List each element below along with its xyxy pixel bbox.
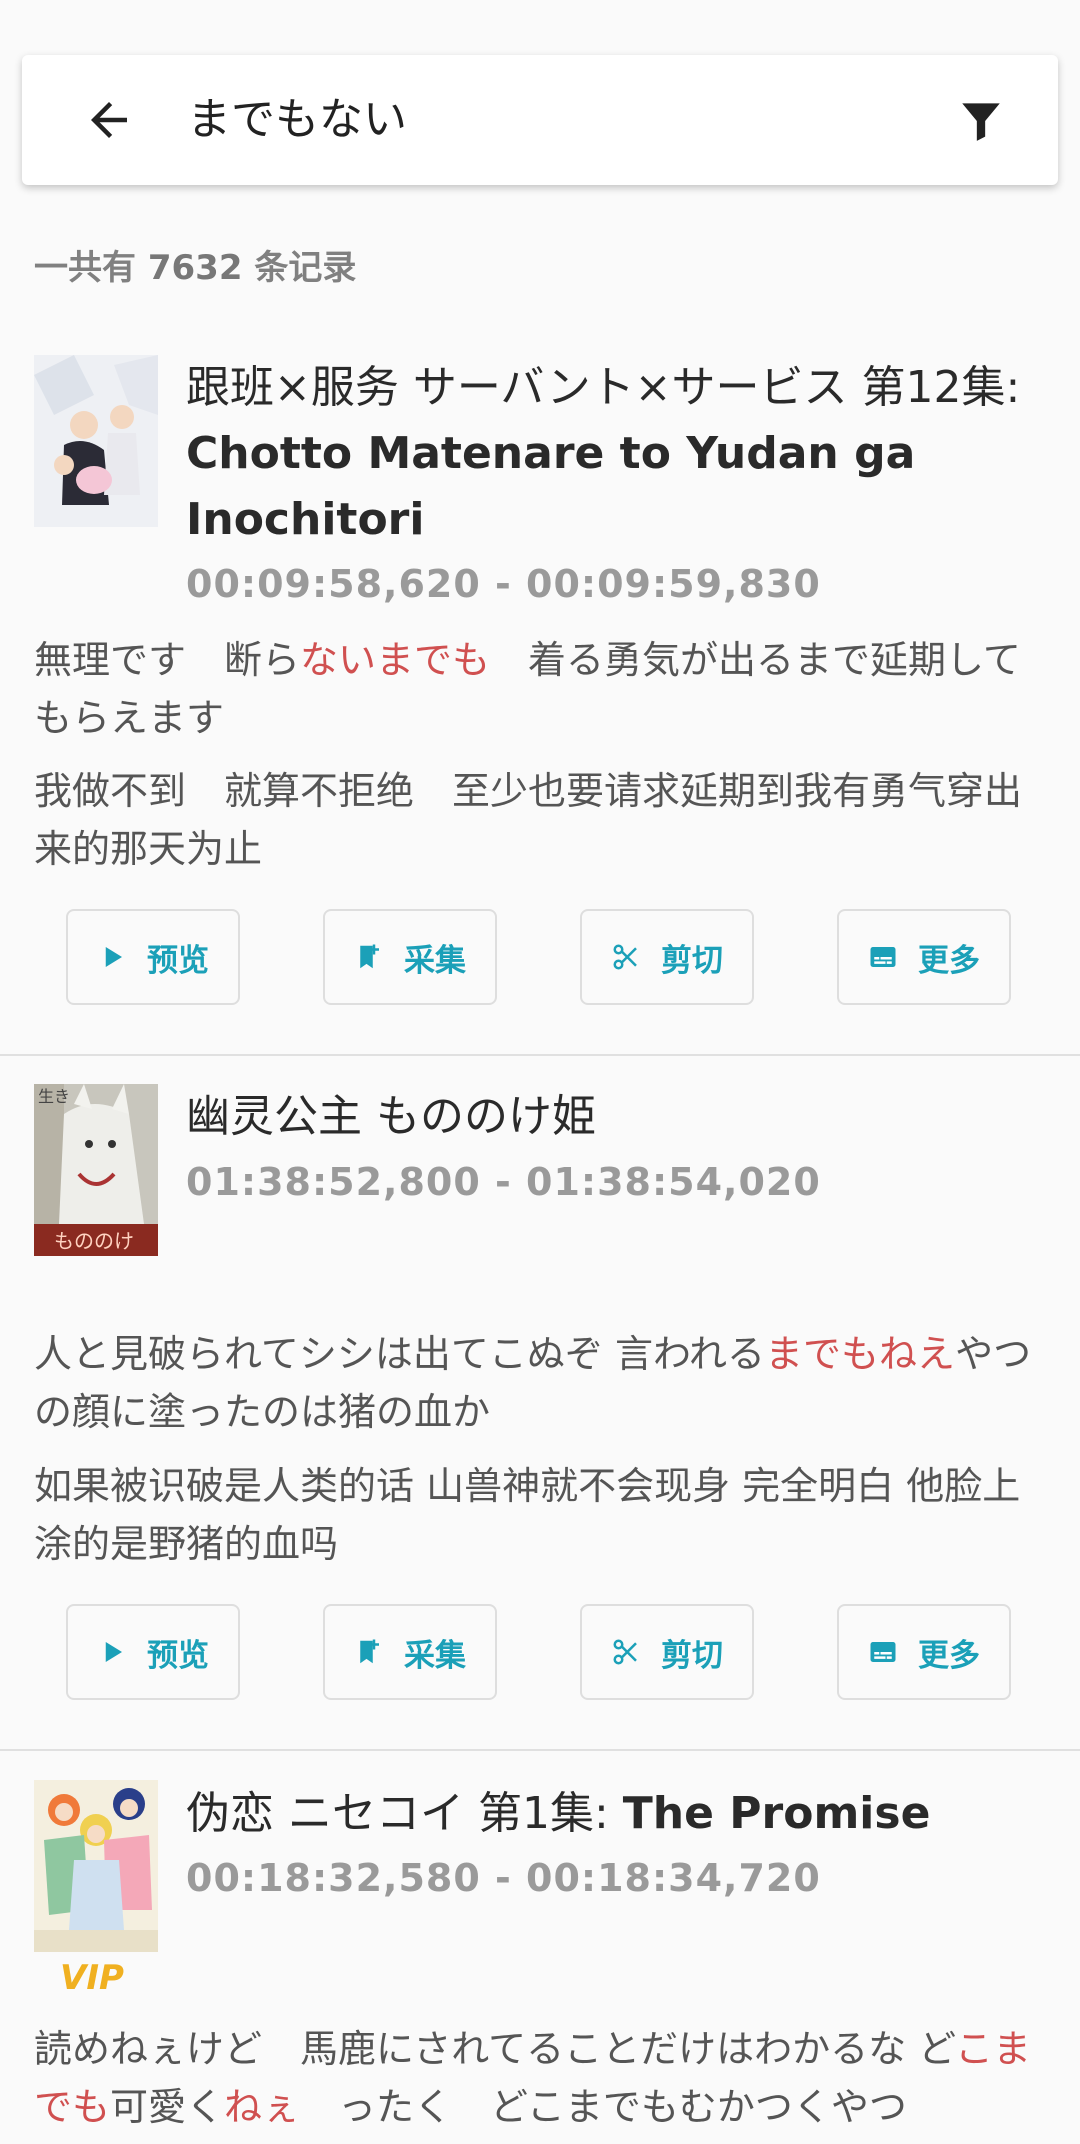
svg-text:生き: 生き [38,1087,70,1106]
more-button[interactable]: 更多 [837,909,1011,1005]
filter-icon[interactable] [956,95,1006,145]
timestamp-range: 01:38:52,800 - 01:38:54,020 [186,1160,821,1204]
scissors-icon [613,944,637,970]
chinese-subtitle: 我做不到 就算不拒绝 至少也要请求延期到我有勇气穿出来的那天为止 [34,769,1023,871]
scissors-icon [613,1639,637,1665]
result-title[interactable]: 伪恋 ニセコイ 第1集: The Promise [186,1781,1050,1847]
vip-badge: VIP [60,1958,124,1998]
cut-button[interactable]: 剪切 [580,1604,754,1700]
japanese-subtitle: 無理です 断らないまでも 着る勇気が出るまで延期してもらえます [34,638,1021,740]
result-title[interactable]: 跟班×服务 サーバント×サービス 第12集: Chotto Matenare t… [186,355,1050,553]
japanese-subtitle: 読めねぇけど 馬鹿にされてることだけはわかるな どこまでも可愛くねぇ ったく ど… [34,2027,1032,2129]
anime-thumbnail [34,355,158,527]
svg-text:もののけ: もののけ [54,1229,134,1253]
timestamp-range: 00:18:32,580 - 00:18:34,720 [186,1856,821,1900]
search-query[interactable]: までもない [187,55,407,185]
timestamp-range: 00:09:58,620 - 00:09:59,830 [186,562,821,606]
subtitles-icon [870,1642,896,1662]
result-count: 一共有 7632 条记录 [34,248,357,288]
preview-button[interactable]: 预览 [66,1604,240,1700]
search-bar: までもない [22,55,1058,185]
play-icon [105,947,122,967]
divider [0,1054,1080,1056]
back-arrow-icon[interactable] [82,93,136,147]
chinese-subtitle: 如果被识破是人类的话 山兽神就不会现身 完全明白 他脸上涂的是野猪的血吗 [34,1464,1021,1566]
bookmark-add-icon [360,944,379,969]
collect-button[interactable]: 采集 [323,1604,497,1700]
cut-button[interactable]: 剪切 [580,909,754,1005]
anime-thumbnail [34,1780,158,1952]
anime-thumbnail: もののけ 生き [34,1084,158,1256]
collect-button[interactable]: 采集 [323,909,497,1005]
result-title[interactable]: 幽灵公主 もののけ姫 [186,1084,1050,1150]
more-button[interactable]: 更多 [837,1604,1011,1700]
play-icon [105,1642,122,1662]
preview-button[interactable]: 预览 [66,909,240,1005]
bookmark-add-icon [360,1639,379,1664]
divider [0,1749,1080,1751]
subtitles-icon [870,947,896,967]
japanese-subtitle: 人と見破られてシシは出てこぬぞ 言われるまでもねえやつの顔に塗ったのは猪の血か [34,1332,1032,1434]
